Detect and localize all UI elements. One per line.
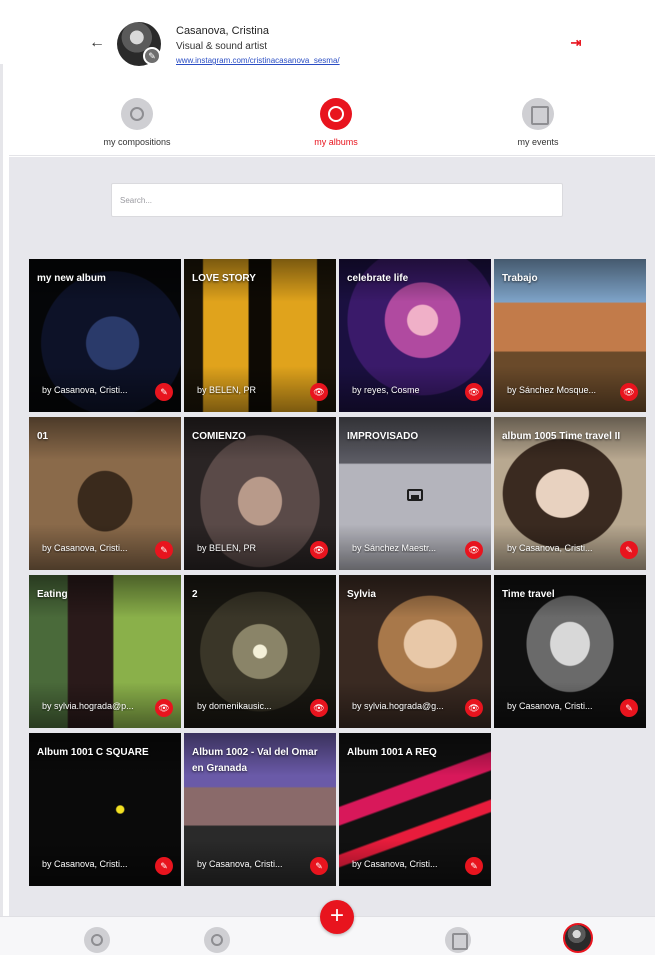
album-title: Trabajo xyxy=(502,273,538,284)
compositions-icon xyxy=(121,98,153,130)
album-owner: by BELEN, PR xyxy=(197,385,257,395)
album-tile[interactable]: Album 1002 - Val del Omar en Granada by … xyxy=(184,733,336,886)
profile-role: Visual & sound artist xyxy=(176,41,267,52)
album-title: 01 xyxy=(37,431,49,442)
album-tile[interactable]: COMIENZO by BELEN, PR 👁 xyxy=(184,417,336,570)
album-tile[interactable]: Album 1001 C SQUARE by Casanova, Cristi.… xyxy=(29,733,181,886)
logout-icon[interactable]: ⇥ xyxy=(566,35,586,53)
profile-header: ← ✎ Casanova, Cristina Visual & sound ar… xyxy=(0,0,655,92)
album-title: celebrate life xyxy=(347,273,409,284)
albums-icon[interactable] xyxy=(204,927,230,953)
calendar-icon xyxy=(522,98,554,130)
tab-label: my compositions xyxy=(103,137,171,147)
album-tile[interactable]: Trabajo by Sánchez Mosque... 👁 xyxy=(494,259,646,412)
add-icon[interactable]: + xyxy=(320,900,354,934)
album-title: LOVE STORY xyxy=(192,273,256,284)
albums-icon xyxy=(320,98,352,130)
profile-avatar[interactable] xyxy=(563,923,593,953)
album-owner: by Sánchez Maestr... xyxy=(352,543,437,553)
back-icon[interactable]: ← xyxy=(88,34,106,52)
tab-my-events[interactable]: my events xyxy=(468,96,608,154)
album-tile[interactable]: 01 by Casanova, Cristi... ✎ xyxy=(29,417,181,570)
album-tile[interactable]: celebrate life by reyes, Cosme 👁 xyxy=(339,259,491,412)
album-tile[interactable]: IMPROVISADO by Sánchez Maestr... 👁 xyxy=(339,417,491,570)
album-title: Eating xyxy=(37,589,68,600)
album-tile[interactable]: Album 1001 A REQ by Casanova, Cristi... … xyxy=(339,733,491,886)
album-tile[interactable]: album 1005 Time travel II by Casanova, C… xyxy=(494,417,646,570)
album-owner: by Casanova, Cristi... xyxy=(42,543,128,553)
section-tabs: my compositions my albums my events xyxy=(9,92,655,156)
album-tile[interactable]: LOVE STORY by BELEN, PR 👁 xyxy=(184,259,336,412)
edit-icon[interactable]: ✎ xyxy=(155,541,173,559)
album-title: my new album xyxy=(37,273,106,284)
album-tile[interactable]: 2 by domenikausic... 👁 xyxy=(184,575,336,728)
album-title: Sylvia xyxy=(347,589,376,600)
albums-panel: my new album by Casanova, Cristi... ✎ LO… xyxy=(9,157,655,917)
edit-icon[interactable]: ✎ xyxy=(620,699,638,717)
album-owner: by domenikausic... xyxy=(197,701,272,711)
edit-icon[interactable]: ✎ xyxy=(310,857,328,875)
album-tile[interactable]: Eating by sylvia.hograda@p... 👁 xyxy=(29,575,181,728)
image-placeholder-icon xyxy=(407,489,423,501)
album-owner: by Sánchez Mosque... xyxy=(507,385,597,395)
album-tile[interactable]: Time travel by Casanova, Cristi... ✎ xyxy=(494,575,646,728)
left-divider xyxy=(0,64,3,916)
album-owner: by Casanova, Cristi... xyxy=(507,701,593,711)
view-icon[interactable]: 👁 xyxy=(465,541,483,559)
album-title: Album 1001 A REQ xyxy=(347,747,437,758)
album-title: Album 1001 C SQUARE xyxy=(37,747,149,758)
compositions-icon[interactable] xyxy=(84,927,110,953)
view-icon[interactable]: 👁 xyxy=(620,383,638,401)
album-tile[interactable]: Sylvia by sylvia.hograda@g... 👁 xyxy=(339,575,491,728)
album-title: 2 xyxy=(192,589,198,600)
album-owner: by sylvia.hograda@g... xyxy=(352,701,444,711)
view-icon[interactable]: 👁 xyxy=(465,383,483,401)
edit-icon[interactable]: ✎ xyxy=(465,857,483,875)
edit-avatar-icon[interactable]: ✎ xyxy=(143,47,161,65)
tab-my-compositions[interactable]: my compositions xyxy=(67,96,207,154)
profile-name: Casanova, Cristina xyxy=(176,25,269,37)
album-title: Album 1002 - Val del Omar en Granada xyxy=(192,747,318,774)
album-tile[interactable]: my new album by Casanova, Cristi... ✎ xyxy=(29,259,181,412)
album-owner: by Casanova, Cristi... xyxy=(42,859,128,869)
view-icon[interactable]: 👁 xyxy=(310,541,328,559)
view-icon[interactable]: 👁 xyxy=(310,383,328,401)
album-title: COMIENZO xyxy=(192,431,246,442)
album-title: Time travel xyxy=(502,589,555,600)
album-owner: by Casanova, Cristi... xyxy=(197,859,283,869)
album-owner: by sylvia.hograda@p... xyxy=(42,701,134,711)
tab-my-albums[interactable]: my albums xyxy=(266,96,406,154)
album-owner: by Casanova, Cristi... xyxy=(507,543,593,553)
edit-icon[interactable]: ✎ xyxy=(155,857,173,875)
album-owner: by reyes, Cosme xyxy=(352,385,420,395)
view-icon[interactable]: 👁 xyxy=(465,699,483,717)
album-owner: by Casanova, Cristi... xyxy=(352,859,438,869)
calendar-icon[interactable] xyxy=(445,927,471,953)
tab-label: my albums xyxy=(314,137,358,147)
view-icon[interactable]: 👁 xyxy=(310,699,328,717)
edit-icon[interactable]: ✎ xyxy=(155,383,173,401)
edit-icon[interactable]: ✎ xyxy=(620,541,638,559)
tab-label: my events xyxy=(517,137,559,147)
profile-link[interactable]: www.instagram.com/cristinacasanova_sesma… xyxy=(176,56,340,65)
search-input[interactable] xyxy=(111,183,563,217)
album-title: album 1005 Time travel II xyxy=(502,431,621,442)
album-owner: by BELEN, PR xyxy=(197,543,257,553)
album-owner: by Casanova, Cristi... xyxy=(42,385,128,395)
view-icon[interactable]: 👁 xyxy=(155,699,173,717)
album-title: IMPROVISADO xyxy=(347,431,419,442)
